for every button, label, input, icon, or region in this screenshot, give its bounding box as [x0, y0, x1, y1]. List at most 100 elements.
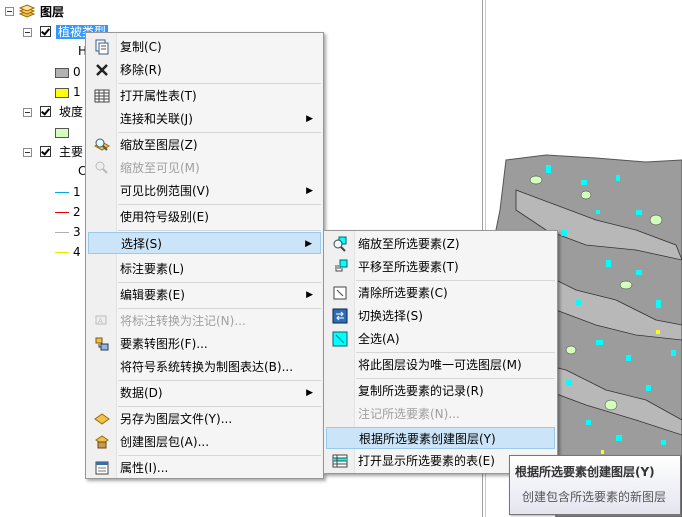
menu-separator	[356, 352, 555, 353]
menu-item-remove-label: 移除(R)	[120, 63, 162, 77]
submenu-arrow-icon: ▶	[306, 186, 313, 196]
submenu-item-pan-to-selected-label: 平移至所选要素(T)	[358, 260, 459, 274]
menu-separator	[118, 455, 321, 456]
submenu-item-switch-selection[interactable]: 切换选择(S)	[326, 305, 555, 327]
menu-item-copy[interactable]: 复制(C)	[88, 36, 321, 58]
menu-tooltip: 根据所选要素创建图层(Y) 创建包含所选要素的新图层	[509, 455, 681, 515]
submenu-item-copy-records[interactable]: 复制所选要素的记录(R)	[326, 380, 555, 402]
menu-item-data-label: 数据(D)	[120, 386, 163, 400]
menu-item-data[interactable]: 数据(D) ▶	[88, 382, 321, 404]
root-label: 图层	[40, 5, 65, 19]
layer1-visibility-checkbox[interactable]	[40, 26, 51, 37]
menu-item-open-attribute-table[interactable]: 打开属性表(T)	[88, 85, 321, 107]
menu-item-convert-features-to-graphics-label: 要素转图形(F)...	[120, 337, 208, 351]
submenu-item-create-layer-from-selected-label: 根据所选要素创建图层(Y)	[359, 432, 496, 446]
menu-item-joins-relates[interactable]: 连接和关联(J) ▶	[88, 108, 321, 130]
menu-item-label-features[interactable]: 标注要素(L)	[88, 258, 321, 280]
zoom-layer-icon	[94, 138, 110, 151]
layers-icon	[18, 4, 36, 18]
menu-item-properties[interactable]: 属性(I)...	[88, 457, 321, 479]
convert-labels-icon: A	[95, 315, 107, 325]
svg-text:A: A	[98, 317, 103, 325]
layer2-visibility-checkbox[interactable]	[40, 106, 51, 117]
menu-separator	[118, 406, 321, 407]
submenu-item-clear-selected[interactable]: 清除所选要素(C)	[326, 282, 555, 304]
pan-selected-icon	[335, 259, 348, 272]
menu-item-properties-label: 属性(I)...	[120, 461, 169, 475]
submenu-item-make-only-selectable-label: 将此图层设为唯一可选图层(M)	[358, 358, 522, 372]
menu-item-visible-scale-range[interactable]: 可见比例范围(V) ▶	[88, 180, 321, 202]
layer1-class1-swatch	[55, 88, 69, 98]
copy-icon	[95, 39, 109, 55]
menu-item-convert-symbology-label: 将符号系统转换为制图表达(B)...	[120, 360, 294, 374]
layer3-class4-line	[55, 252, 69, 253]
menu-item-edit-features[interactable]: 编辑要素(E) ▶	[88, 284, 321, 306]
submenu-item-annotate-selected-label: 注记所选要素(N)...	[358, 407, 460, 421]
menu-separator	[118, 380, 321, 381]
menu-separator	[118, 308, 321, 309]
menu-item-create-layer-package-label: 创建图层包(A)...	[120, 435, 210, 449]
feature-to-graphic-icon	[95, 337, 109, 351]
menu-item-label-features-label: 标注要素(L)	[120, 262, 185, 276]
menu-item-selection-label: 选择(S)	[121, 237, 162, 251]
layer3-collapse-button[interactable]	[23, 148, 32, 157]
menu-separator	[118, 83, 321, 84]
menu-item-open-attribute-table-label: 打开属性表(T)	[120, 89, 197, 103]
layer1-class1-label: 1	[73, 85, 81, 99]
menu-item-remove[interactable]: 移除(R)	[88, 59, 321, 81]
submenu-item-make-only-selectable[interactable]: 将此图层设为唯一可选图层(M)	[326, 354, 555, 376]
menu-item-joins-relates-label: 连接和关联(J)	[120, 112, 193, 126]
submenu-arrow-icon: ▶	[305, 239, 312, 249]
menu-item-zoom-to-layer-label: 缩放至图层(Z)	[120, 138, 198, 152]
layer3-class3-label: 3	[73, 225, 81, 239]
menu-item-create-layer-package[interactable]: 创建图层包(A)...	[88, 431, 321, 453]
menu-item-use-symbol-levels[interactable]: 使用符号级别(E)	[88, 206, 321, 228]
submenu-item-pan-to-selected[interactable]: 平移至所选要素(T)	[326, 256, 555, 278]
menu-separator	[356, 378, 555, 379]
menu-item-zoom-to-visible-label: 缩放至可见(M)	[120, 161, 200, 175]
layer3-class2-label: 2	[73, 205, 81, 219]
tooltip-title: 根据所选要素创建图层(Y)	[515, 465, 655, 479]
layer3-class3-line	[55, 232, 69, 233]
layer1-collapse-button[interactable]	[23, 28, 32, 37]
layer-context-menu: 复制(C) 移除(R) 打开属性表(T) 连接和关联(J) ▶ 缩放至图层(Z)…	[85, 32, 324, 479]
menu-item-visible-scale-range-label: 可见比例范围(V)	[120, 184, 210, 198]
submenu-item-zoom-to-selected-label: 缩放至所选要素(Z)	[358, 237, 460, 251]
submenu-arrow-icon: ▶	[306, 388, 313, 398]
remove-icon	[96, 64, 108, 76]
menu-item-convert-symbology[interactable]: 将符号系统转换为制图表达(B)...	[88, 356, 321, 378]
layer3-class2-line	[55, 212, 69, 213]
menu-item-zoom-to-visible[interactable]: 缩放至可见(M)	[88, 157, 321, 179]
layer-file-icon	[94, 413, 110, 425]
zoom-visible-icon	[95, 161, 108, 174]
submenu-item-annotate-selected[interactable]: 注记所选要素(N)...	[326, 403, 555, 425]
zoom-selected-icon	[333, 236, 347, 252]
menu-item-convert-features-to-graphics[interactable]: 要素转图形(F)...	[88, 333, 321, 355]
menu-item-convert-labels-label: 将标注转换为注记(N)...	[120, 314, 246, 328]
submenu-item-copy-records-label: 复制所选要素的记录(R)	[358, 384, 484, 398]
layer2-collapse-button[interactable]	[23, 108, 32, 117]
menu-item-save-as-layer-file[interactable]: 另存为图层文件(Y)...	[88, 408, 321, 430]
layer2-name[interactable]: 坡度	[59, 103, 83, 121]
menu-item-use-symbol-levels-label: 使用符号级别(E)	[120, 210, 209, 224]
submenu-item-create-layer-from-selected[interactable]: 根据所选要素创建图层(Y)	[326, 427, 555, 449]
submenu-item-select-all[interactable]: 全选(A)	[326, 328, 555, 350]
layer3-class1-label: 1	[73, 185, 81, 199]
submenu-item-switch-selection-label: 切换选择(S)	[358, 309, 423, 323]
table-selected-icon	[332, 454, 348, 468]
menu-separator	[356, 280, 555, 281]
menu-item-selection[interactable]: 选择(S) ▶	[88, 232, 321, 254]
menu-item-convert-labels[interactable]: A 将标注转换为注记(N)...	[88, 310, 321, 332]
table-icon	[94, 89, 110, 103]
layer3-visibility-checkbox[interactable]	[40, 146, 51, 157]
menu-item-save-as-layer-file-label: 另存为图层文件(Y)...	[120, 412, 233, 426]
selection-submenu: 缩放至所选要素(Z) 平移至所选要素(T) 清除所选要素(C) 切换选择(S) …	[323, 230, 558, 474]
root-collapse-button[interactable]	[5, 7, 14, 16]
submenu-item-zoom-to-selected[interactable]: 缩放至所选要素(Z)	[326, 233, 555, 255]
menu-item-zoom-to-layer[interactable]: 缩放至图层(Z)	[88, 134, 321, 156]
menu-separator	[118, 204, 321, 205]
layer3-class4-label: 4	[73, 245, 81, 259]
menu-separator	[118, 230, 321, 231]
layer3-name[interactable]: 主要	[59, 143, 83, 161]
submenu-item-select-all-label: 全选(A)	[358, 332, 400, 346]
